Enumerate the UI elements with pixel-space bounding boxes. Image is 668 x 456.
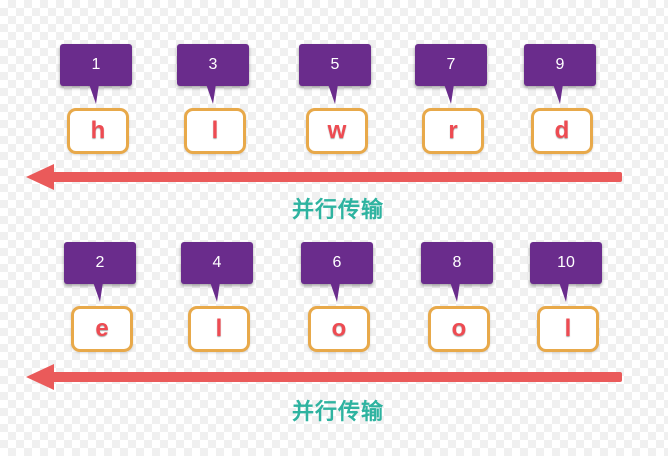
character-box: o — [308, 306, 370, 352]
character-box: l — [188, 306, 250, 352]
sequence-bubble: 1 — [60, 44, 132, 86]
bubble-pointer — [559, 282, 569, 302]
sequence-bubble: 9 — [524, 44, 596, 86]
character-box: r — [422, 108, 484, 154]
character-box: w — [306, 108, 368, 154]
sequence-bubble: 5 — [299, 44, 371, 86]
arrow-head-1 — [26, 164, 54, 190]
character-box: d — [531, 108, 593, 154]
bubble-pointer — [89, 84, 99, 104]
sequence-bubble: 3 — [177, 44, 249, 86]
sequence-bubble: 4 — [181, 242, 253, 284]
character-box: l — [537, 306, 599, 352]
sequence-bubble: 2 — [64, 242, 136, 284]
bubble-pointer — [328, 84, 338, 104]
bubble-pointer — [330, 282, 340, 302]
packet-7: 7 r — [412, 44, 492, 164]
bubble-pointer — [450, 282, 460, 302]
sequence-bubble: 6 — [301, 242, 373, 284]
character-box: e — [71, 306, 133, 352]
packet-9: 9 d — [521, 44, 601, 164]
bubble-pointer — [444, 84, 454, 104]
arrow-head-2 — [26, 364, 54, 390]
sequence-bubble: 7 — [415, 44, 487, 86]
packet-5: 5 w — [296, 44, 376, 164]
bubble-pointer — [553, 84, 563, 104]
bubble-pointer — [93, 282, 103, 302]
character-box: o — [428, 306, 490, 352]
transfer-arrow-1 — [50, 172, 622, 182]
bubble-pointer — [206, 84, 216, 104]
packet-6: 6 o — [298, 242, 378, 362]
caption-1: 并行传输 — [291, 198, 384, 223]
caption-2: 并行传输 — [291, 400, 384, 425]
packet-10: 10 l — [527, 242, 607, 362]
packet-2: 2 e — [61, 242, 141, 362]
sequence-bubble: 10 — [530, 242, 602, 284]
character-box: h — [67, 108, 129, 154]
packet-1: 1 h — [57, 44, 137, 164]
sequence-bubble: 8 — [421, 242, 493, 284]
transfer-arrow-2 — [50, 372, 622, 382]
packet-8: 8 o — [418, 242, 498, 362]
packet-3: 3 l — [174, 44, 254, 164]
packet-4: 4 l — [178, 242, 258, 362]
bubble-pointer — [210, 282, 220, 302]
character-box: l — [184, 108, 246, 154]
